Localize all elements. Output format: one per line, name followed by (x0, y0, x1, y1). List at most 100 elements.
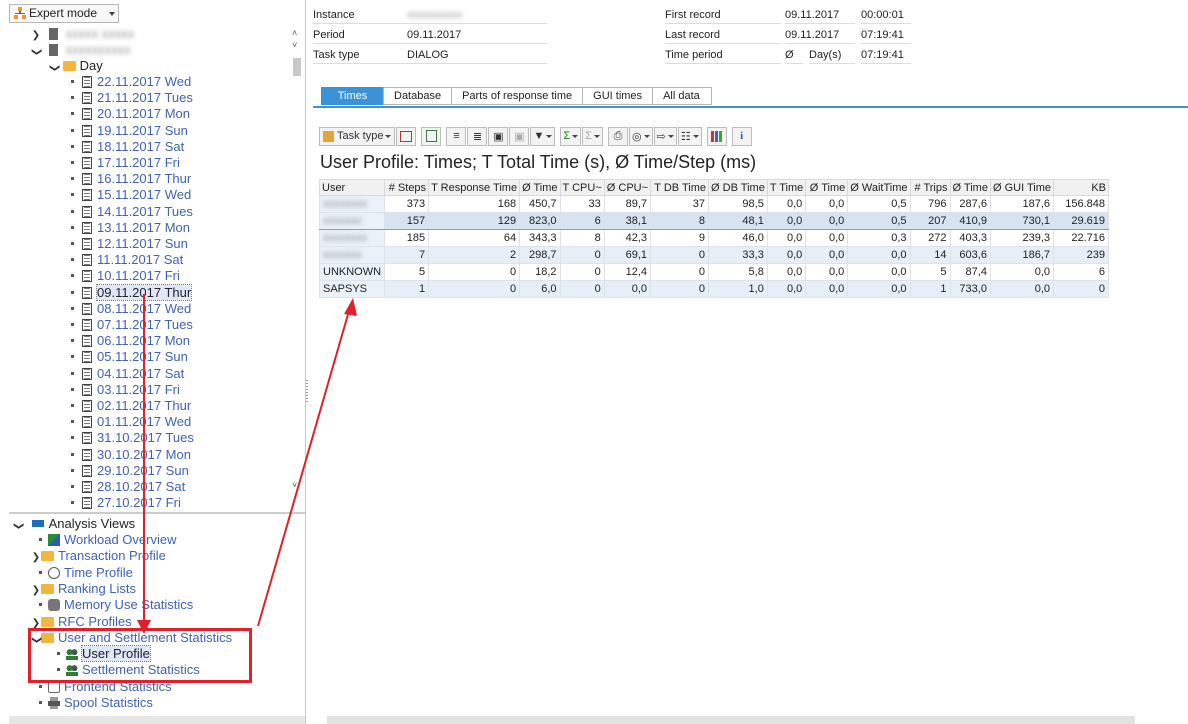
value-cell[interactable]: 29.619 (1053, 212, 1110, 230)
value-cell[interactable]: 450,7 (519, 195, 561, 213)
details-button[interactable] (396, 126, 417, 146)
table-row[interactable]: xxxxxxx 7 2 298,7 0 69,1 0 33,3 0,0 0,0 0,0 14 603,6… (318, 246, 1110, 264)
value-cell[interactable]: 0,0 (805, 229, 849, 247)
analysis-item[interactable]: ❯ User and Settlement Statistics (31, 630, 232, 646)
value-cell[interactable]: 0 (650, 263, 710, 281)
value-cell[interactable]: 239,3 (989, 229, 1055, 247)
date-node[interactable]: 29.10.2017 Sun (71, 463, 189, 479)
analysis-item[interactable]: Spool Statistics (39, 695, 153, 711)
value-cell[interactable]: 287,6 (949, 195, 991, 213)
date-node[interactable]: 09.11.2017 Thur (71, 283, 193, 301)
value-cell[interactable]: 0 (428, 263, 521, 281)
graphic-button[interactable] (706, 126, 727, 146)
value-cell[interactable]: 0 (428, 280, 521, 298)
value-cell[interactable]: 0 (650, 280, 710, 298)
value-cell[interactable]: 89,7 (603, 195, 652, 213)
date-node[interactable]: 05.11.2017 Sun (71, 349, 188, 365)
date-node[interactable]: 02.11.2017 Thur (71, 398, 191, 414)
value-cell[interactable]: 603,6 (949, 246, 991, 264)
value-cell[interactable]: 37 (650, 195, 710, 213)
scroll-down-icon[interactable]: ˅ (292, 480, 297, 490)
column-header[interactable]: # Steps (384, 179, 430, 196)
value-cell[interactable]: 1,0 (708, 280, 768, 298)
column-header[interactable]: T DB Time (650, 179, 710, 196)
value-cell[interactable]: 343,3 (519, 229, 561, 247)
table-row[interactable]: xxxxxxx 157 129 823,0 6 38,1 8 48,1 0,0 0,0 0,5 207… (318, 212, 1110, 230)
value-cell[interactable]: 12,4 (603, 263, 652, 281)
date-node[interactable]: 19.11.2017 Sun (71, 123, 188, 139)
column-header[interactable]: Ø Time (805, 179, 849, 196)
user-cell[interactable]: xxxxxxx (318, 246, 386, 264)
value-cell[interactable]: 0,0 (805, 212, 849, 230)
value-cell[interactable]: 6 (1053, 263, 1110, 281)
find-next-button[interactable]: ▣ (509, 126, 530, 146)
analysis-item[interactable]: ❯ Transaction Profile (31, 548, 166, 564)
scroll-up-icon[interactable]: ˄ (292, 28, 297, 38)
value-cell[interactable]: 0,0 (847, 280, 911, 298)
tab-all-data[interactable]: All data (652, 87, 713, 105)
value-cell[interactable]: 157 (384, 212, 430, 230)
value-cell[interactable]: 9 (650, 229, 710, 247)
date-node[interactable]: 10.11.2017 Fri (71, 268, 180, 284)
export-button[interactable]: ⇨ (653, 126, 677, 146)
analysis-item[interactable]: Frontend Statistics (39, 679, 172, 695)
layout-button[interactable]: ☷ (677, 126, 702, 146)
value-cell[interactable]: 0 (650, 246, 710, 264)
value-cell[interactable]: 207 (909, 212, 951, 230)
tree-node-day[interactable]: ❯ Day (49, 58, 103, 74)
column-header[interactable]: KB (1053, 179, 1110, 196)
task-type-button[interactable]: Task type (319, 126, 396, 146)
column-header[interactable]: Ø Time (949, 179, 991, 196)
date-node[interactable]: 13.11.2017 Mon (71, 220, 190, 236)
column-header[interactable]: T Time (766, 179, 807, 196)
date-node[interactable]: 12.11.2017 Sun (71, 236, 188, 252)
date-node[interactable]: 07.11.2017 Tues (71, 317, 193, 333)
value-cell[interactable]: 0,0 (766, 229, 807, 247)
value-cell[interactable]: 0,0 (766, 263, 807, 281)
date-node[interactable]: 28.10.2017 Sat (71, 479, 185, 495)
date-node[interactable]: 14.11.2017 Tues (71, 204, 193, 220)
date-node[interactable]: 20.11.2017 Mon (71, 106, 190, 122)
info-button[interactable]: i (731, 126, 752, 146)
value-cell[interactable]: 0,0 (805, 246, 849, 264)
value-cell[interactable]: 8 (559, 229, 605, 247)
sort-ascending-button[interactable]: ≡ (446, 126, 467, 146)
subtotal-button[interactable]: Σ (582, 126, 603, 146)
value-cell[interactable]: 272 (909, 229, 951, 247)
date-node[interactable]: 11.11.2017 Sat (71, 252, 183, 268)
value-cell[interactable]: 0,0 (603, 280, 652, 298)
analysis-views-node[interactable]: ❯ Analysis Views (13, 516, 135, 532)
date-node[interactable]: 31.10.2017 Tues (71, 430, 194, 446)
tree-node-server[interactable]: ❯ xxxxx xxxxx (31, 26, 134, 42)
value-cell[interactable]: 38,1 (603, 212, 652, 230)
analysis-item[interactable]: Time Profile (39, 565, 133, 581)
value-cell[interactable]: 5 (909, 263, 951, 281)
expert-mode-button[interactable]: Expert mode (9, 4, 119, 23)
value-cell[interactable]: 0,0 (847, 246, 911, 264)
date-node[interactable]: 15.11.2017 Wed (71, 187, 191, 203)
date-node[interactable]: 06.11.2017 Mon (71, 333, 190, 349)
date-node[interactable]: 21.11.2017 Tues (71, 90, 193, 106)
filter-button[interactable]: ▼ (530, 126, 556, 146)
value-cell[interactable]: 6,0 (519, 280, 561, 298)
views-button[interactable]: ◎ (628, 126, 653, 146)
analysis-item[interactable]: Settlement Statistics (57, 662, 200, 678)
tab-times[interactable]: Times (321, 87, 383, 105)
value-cell[interactable]: 410,9 (949, 212, 991, 230)
value-cell[interactable]: 1 (384, 280, 430, 298)
date-node[interactable]: 08.11.2017 Wed (71, 301, 191, 317)
date-node[interactable]: 16.11.2017 Thur (71, 171, 191, 187)
date-node[interactable]: 04.11.2017 Sat (71, 366, 184, 382)
date-node[interactable]: 01.11.2017 Wed (71, 414, 191, 430)
user-cell[interactable]: xxxxxxx (318, 212, 386, 230)
value-cell[interactable]: 0,0 (766, 280, 807, 298)
value-cell[interactable]: 298,7 (519, 246, 561, 264)
value-cell[interactable]: 373 (384, 195, 430, 213)
left-horizontal-scrollbar[interactable] (9, 716, 305, 724)
user-cell[interactable]: SAPSYS (318, 280, 386, 298)
value-cell[interactable]: 0,0 (766, 195, 807, 213)
tab-gui-times[interactable]: GUI times (582, 87, 653, 105)
column-header[interactable]: # Trips (909, 179, 951, 196)
value-cell[interactable]: 823,0 (519, 212, 561, 230)
total-button[interactable]: Σ (560, 126, 582, 146)
